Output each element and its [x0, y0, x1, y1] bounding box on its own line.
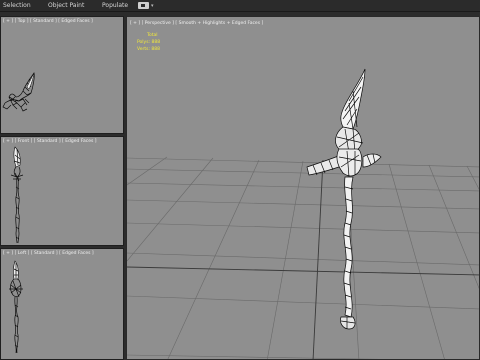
viewport-left[interactable]: [ + ] [ Left ] [ Standard ] [ Edged Face… [0, 248, 124, 360]
viewport-workspace: [ + ] [ Top ] [ Standard ] [ Edged Faces… [0, 12, 480, 360]
tab-populate[interactable]: Populate [102, 1, 128, 11]
tab-object-paint[interactable]: Object Paint [48, 1, 84, 11]
ribbon-bar: Selection Object Paint Populate ▾ [0, 0, 480, 12]
staff-model-left-view [9, 260, 23, 354]
staff-model-perspective [306, 68, 382, 330]
viewport-top[interactable]: [ + ] [ Top ] [ Standard ] [ Edged Faces… [0, 16, 124, 134]
staff-model-front-view [10, 146, 24, 244]
chevron-down-icon[interactable]: ▾ [151, 1, 154, 11]
staff-model-top-view [2, 72, 35, 112]
ribbon-minimize-icon[interactable] [138, 2, 149, 9]
viewport-front[interactable]: [ + ] [ Front ] [ Standard ] [ Edged Fac… [0, 136, 124, 246]
viewport-perspective[interactable]: [ + ] [ Perspective ] [ Smooth + Highlig… [126, 16, 480, 360]
tab-selection[interactable]: Selection [3, 1, 31, 11]
